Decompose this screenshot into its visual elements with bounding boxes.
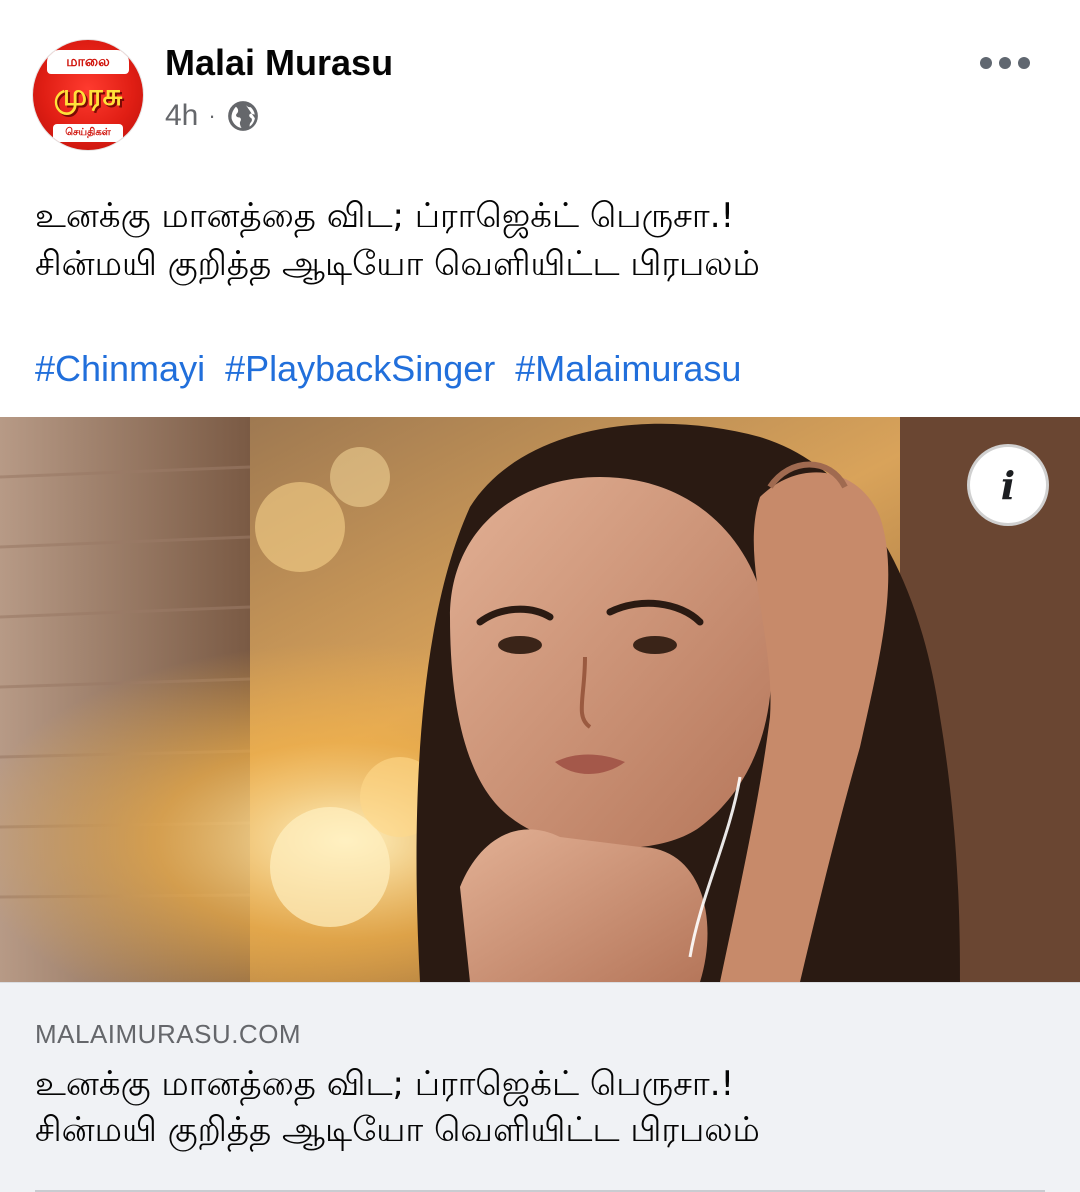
- hashtag-link[interactable]: #Chinmayi: [35, 348, 205, 389]
- post-header: மாலை முரசு செய்திகள் Malai Murasu 4h ·: [0, 0, 1080, 160]
- post-timestamp[interactable]: 4h: [165, 99, 198, 133]
- hashtag-link[interactable]: #Malaimurasu: [515, 348, 741, 389]
- more-dot: [980, 57, 992, 69]
- info-icon[interactable]: i: [970, 447, 1046, 523]
- hashtag-link[interactable]: #PlaybackSinger: [225, 348, 495, 389]
- portrait-photo: [0, 417, 1080, 982]
- more-dot: [999, 57, 1011, 69]
- link-preview-image[interactable]: [0, 417, 1080, 982]
- avatar-logo-middle: முரசு: [53, 78, 123, 113]
- page-name[interactable]: Malai Murasu: [165, 42, 393, 84]
- more-horizontal-icon[interactable]: [980, 50, 1030, 76]
- post-message: உனக்கு மானத்தை விட; ப்ராஜெக்ட் பெருசா.! …: [35, 192, 1045, 288]
- post-meta: 4h ·: [165, 96, 260, 136]
- avatar-logo-bottom: செய்திகள்: [53, 124, 123, 142]
- link-title-line: சின்மயி குறித்த ஆடியோ வெளியிட்ட பிரபலம்: [35, 1110, 760, 1150]
- globe-icon[interactable]: [226, 99, 260, 133]
- page-avatar[interactable]: மாலை முரசு செய்திகள்: [33, 40, 143, 150]
- link-preview-footer[interactable]: MALAIMURASU.COM உனக்கு மானத்தை விட; ப்ரா…: [0, 982, 1080, 1192]
- meta-separator: ·: [208, 103, 216, 128]
- link-title: உனக்கு மானத்தை விட; ப்ராஜெக்ட் பெருசா.! …: [35, 1061, 1045, 1153]
- more-dot: [1018, 57, 1030, 69]
- post-message-line: சின்மயி குறித்த ஆடியோ வெளியிட்ட பிரபலம்: [35, 244, 760, 284]
- post-message-line: உனக்கு மானத்தை விட; ப்ராஜெக்ட் பெருசா.!: [35, 196, 735, 236]
- link-title-line: உனக்கு மானத்தை விட; ப்ராஜெக்ட் பெருசா.!: [35, 1064, 735, 1104]
- link-domain: MALAIMURASU.COM: [35, 1019, 302, 1049]
- avatar-logo-top: மாலை: [47, 50, 129, 74]
- info-glyph: i: [1000, 462, 1016, 508]
- hashtag-row: #Chinmayi #PlaybackSinger #Malaimurasu: [35, 346, 741, 392]
